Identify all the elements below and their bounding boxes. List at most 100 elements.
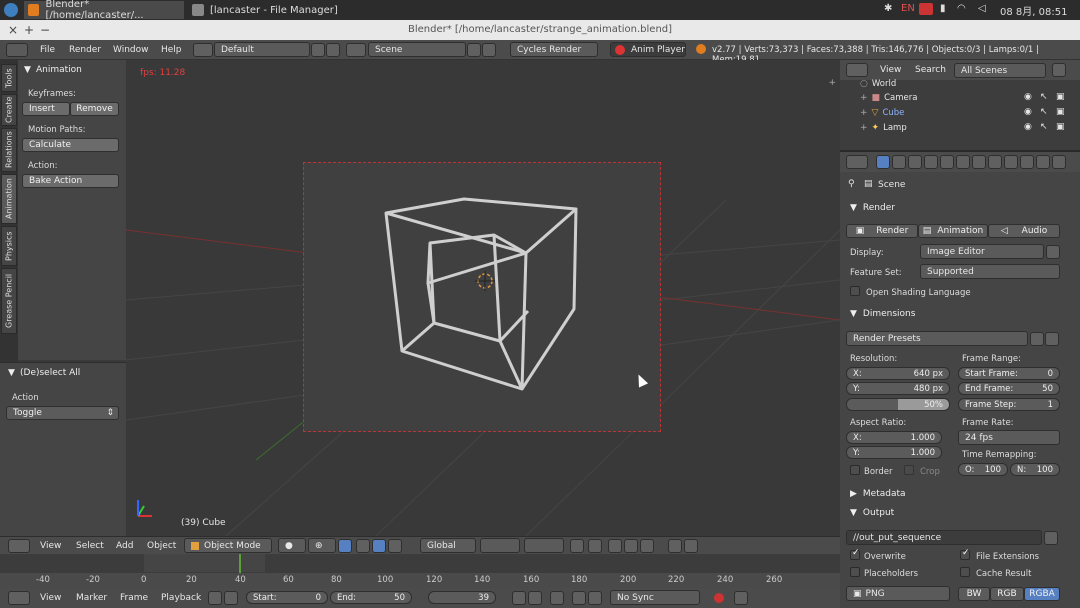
- timeline-area[interactable]: [0, 554, 840, 588]
- cursor-select-icon[interactable]: ↖: [1040, 92, 1048, 102]
- file-extensions-checkbox[interactable]: [960, 548, 970, 560]
- audio-button[interactable]: ◁ Audio: [988, 224, 1060, 238]
- 3d-viewport[interactable]: fps: 11.28 (39) Cube +: [126, 60, 840, 536]
- tab-physics[interactable]: Physics: [1, 226, 17, 266]
- render-presets-select[interactable]: Render Presets: [846, 331, 1028, 346]
- snap-element-icon[interactable]: [624, 539, 638, 553]
- tab-create[interactable]: Create: [1, 94, 17, 126]
- orientation-select[interactable]: Global: [420, 538, 476, 553]
- editor-type-icon[interactable]: [8, 539, 30, 553]
- frame-rate-select[interactable]: 24 fps: [958, 430, 1060, 445]
- next-keyframe-icon[interactable]: [572, 591, 586, 605]
- record-icon[interactable]: [919, 3, 933, 15]
- menu-marker[interactable]: Marker: [76, 593, 107, 603]
- keyboard-lang[interactable]: EN: [901, 3, 915, 14]
- clock[interactable]: 08 8月, 08:51: [1000, 3, 1067, 18]
- remove-preset-icon[interactable]: [1045, 332, 1059, 346]
- menu-playback[interactable]: Playback: [161, 593, 201, 603]
- preview-range-icon[interactable]: [208, 591, 222, 605]
- pin-icon[interactable]: ⚲: [848, 179, 855, 189]
- object-tab-icon[interactable]: [940, 155, 954, 169]
- opengl-anim-icon[interactable]: [684, 539, 698, 553]
- opengl-render-icon[interactable]: [668, 539, 682, 553]
- start-frame-field[interactable]: Start Frame: 0: [958, 367, 1060, 380]
- add-layout-icon[interactable]: [311, 43, 325, 57]
- prev-keyframe-icon[interactable]: [528, 591, 542, 605]
- manipulator-toggle[interactable]: [338, 539, 352, 553]
- end-frame-field[interactable]: End Frame: 50: [958, 382, 1060, 395]
- wifi-icon[interactable]: ◠: [957, 3, 966, 14]
- list-item[interactable]: + ✦ Lamp: [860, 122, 907, 134]
- time-remap-new-field[interactable]: N: 100: [1010, 463, 1060, 476]
- menu-view[interactable]: View: [880, 65, 901, 75]
- jump-start-icon[interactable]: [512, 591, 526, 605]
- taskbar-task-filemanager[interactable]: [lancaster - File Manager]: [188, 1, 348, 19]
- translate-icon[interactable]: [356, 539, 370, 553]
- menu-render[interactable]: Render: [69, 45, 101, 55]
- volume-icon[interactable]: ◁: [978, 3, 986, 14]
- layer-buttons-b[interactable]: [524, 538, 564, 553]
- menu-add[interactable]: Add: [116, 541, 133, 551]
- eye-icon[interactable]: ◉: [1024, 92, 1032, 102]
- file-format-select[interactable]: ▣ PNG: [846, 586, 950, 601]
- data-tab-icon[interactable]: [988, 155, 1002, 169]
- snap-icon[interactable]: [608, 539, 622, 553]
- menu-frame[interactable]: Frame: [120, 593, 148, 603]
- add-preset-icon[interactable]: [1030, 332, 1044, 346]
- list-item[interactable]: + ■ Camera: [860, 92, 917, 104]
- operator-title[interactable]: (De)select All: [20, 368, 80, 378]
- menu-file[interactable]: File: [40, 45, 55, 55]
- dimensions-panel-header[interactable]: ▼ Dimensions: [842, 306, 1074, 322]
- physics-tab-icon[interactable]: [1052, 155, 1066, 169]
- lock-icon[interactable]: [224, 591, 238, 605]
- current-frame-line[interactable]: [239, 554, 241, 574]
- tab-animation[interactable]: Animation: [1, 174, 17, 224]
- jump-end-icon[interactable]: [588, 591, 602, 605]
- keying-set-icon[interactable]: [734, 591, 748, 605]
- end-frame-field[interactable]: End: 50: [330, 591, 412, 604]
- overwrite-checkbox[interactable]: [850, 548, 860, 560]
- remove-layout-icon[interactable]: [326, 43, 340, 57]
- menu-view[interactable]: View: [40, 593, 61, 603]
- editor-type-icon[interactable]: [846, 155, 868, 169]
- timeline-scrubber[interactable]: [0, 573, 840, 588]
- aspect-x-field[interactable]: X: 1.000: [846, 431, 942, 444]
- menu-view[interactable]: View: [40, 541, 61, 551]
- animation-button[interactable]: ▤ Animation: [918, 224, 988, 238]
- insert-keyframe-button[interactable]: Insert: [22, 102, 70, 116]
- list-item[interactable]: + ▽ Cube: [860, 107, 904, 119]
- editor-type-icon[interactable]: [846, 63, 868, 77]
- texture-tab-icon[interactable]: [1020, 155, 1034, 169]
- blender-launcher-icon[interactable]: [4, 3, 18, 17]
- shading-select[interactable]: ●: [278, 538, 306, 553]
- start-frame-field[interactable]: Start: 0: [246, 591, 328, 604]
- scene-tab-icon[interactable]: [908, 155, 922, 169]
- proportional-icon[interactable]: [588, 539, 602, 553]
- render-panel-header[interactable]: ▼ Render: [842, 200, 1074, 216]
- render-toggle-icon[interactable]: ▣: [1056, 107, 1065, 117]
- eye-icon[interactable]: ◉: [1024, 122, 1032, 132]
- tab-tools[interactable]: Tools: [1, 64, 17, 92]
- crop-checkbox[interactable]: [904, 465, 914, 475]
- osl-checkbox[interactable]: [850, 286, 860, 296]
- scene-field[interactable]: Scene: [368, 42, 466, 57]
- constraints-tab-icon[interactable]: [956, 155, 970, 169]
- menu-select[interactable]: Select: [76, 541, 104, 551]
- tab-grease-pencil[interactable]: Grease Pencil: [1, 268, 17, 334]
- remove-scene-icon[interactable]: [482, 43, 496, 57]
- render-toggle-icon[interactable]: ▣: [1056, 92, 1065, 102]
- cursor-select-icon[interactable]: ↖: [1040, 107, 1048, 117]
- menu-help[interactable]: Help: [161, 45, 182, 55]
- metadata-panel-header[interactable]: ▶ Metadata: [842, 486, 1074, 502]
- frame-step-field[interactable]: Frame Step: 1: [958, 398, 1060, 411]
- render-button[interactable]: ▣ Render: [846, 224, 918, 238]
- sync-mode-select[interactable]: No Sync: [610, 590, 700, 605]
- resolution-y-field[interactable]: Y: 480 px: [846, 382, 950, 395]
- time-remap-old-field[interactable]: O: 100: [958, 463, 1008, 476]
- material-tab-icon[interactable]: [1004, 155, 1018, 169]
- particles-tab-icon[interactable]: [1036, 155, 1050, 169]
- panel-collapse-icon[interactable]: ▼: [24, 65, 31, 75]
- output-panel-header[interactable]: ▼ Output: [842, 505, 1074, 521]
- menu-window[interactable]: Window: [113, 45, 149, 55]
- render-toggle-icon[interactable]: ▣: [1056, 122, 1065, 132]
